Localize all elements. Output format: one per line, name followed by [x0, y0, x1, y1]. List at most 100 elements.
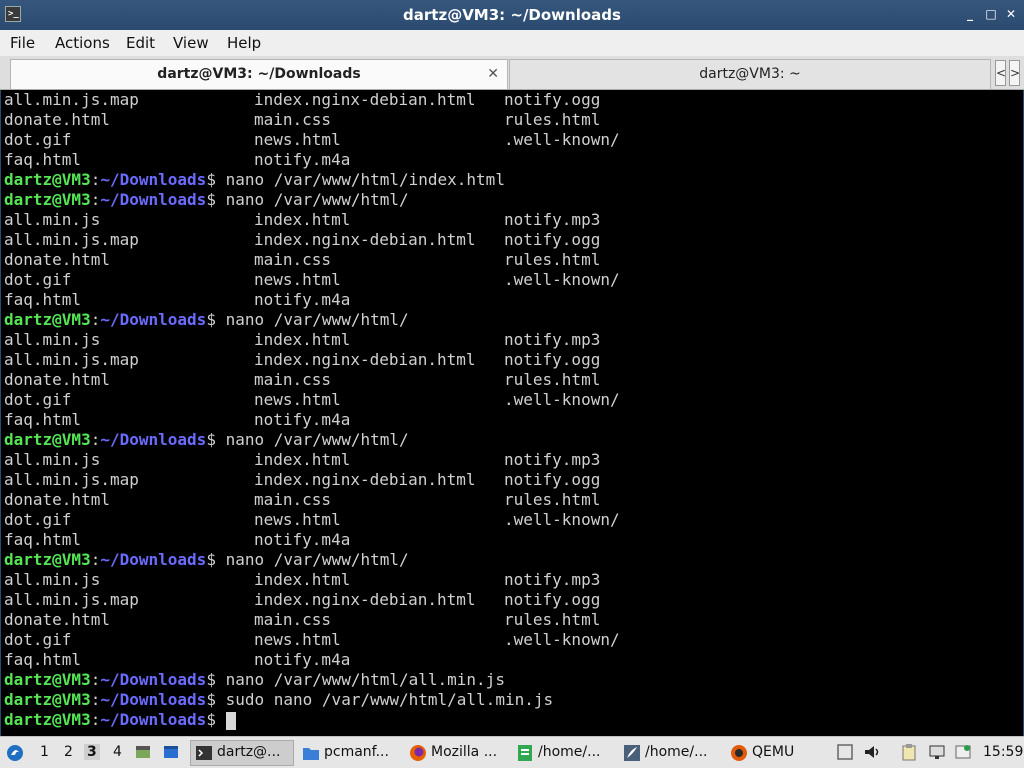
workspace-4[interactable]: 4 [113, 744, 122, 760]
update-notifier-icon[interactable] [954, 743, 972, 761]
menu-actions[interactable]: Actions [55, 34, 110, 52]
ls-output-row: all.min.js.map index.nginx-debian.html not… [4, 590, 1014, 610]
file-entry: .well-known/ [504, 270, 620, 289]
task-featherpad[interactable]: /home/... [620, 740, 724, 766]
ls-output-row: donate.html main.css rules.html [4, 610, 1014, 630]
window-title: dartz@VM3: ~/Downloads [403, 6, 621, 24]
tab-scroll-left-icon[interactable]: < [995, 60, 1006, 86]
file-entry: main.css [254, 370, 332, 389]
file-entry: .well-known/ [504, 630, 620, 649]
tab-home[interactable]: dartz@VM3: ~ [509, 59, 991, 89]
file-entry: notify.ogg [504, 350, 601, 369]
prompt-colon: : [90, 550, 101, 569]
prompt-user: dartz@VM3 [4, 430, 91, 449]
ls-output-row: donate.html main.css rules.html [4, 490, 1014, 510]
prompt-line: dartz@VM3:~/Downloads$ nano /var/www/htm… [4, 430, 1014, 450]
file-entry: .well-known/ [504, 390, 620, 409]
file-entry: faq.html [4, 650, 82, 669]
file-entry: faq.html [4, 530, 82, 549]
ls-output-row: donate.html main.css rules.html [4, 110, 1014, 130]
file-entry: donate.html [4, 250, 110, 269]
show-desktop-icon[interactable] [162, 743, 180, 761]
menu-file[interactable]: File [10, 34, 35, 52]
task-label: dartz@... [217, 744, 281, 760]
file-entry: main.css [254, 610, 332, 629]
window-titlebar[interactable]: >_ dartz@VM3: ~/Downloads _ □ ✕ [0, 0, 1024, 30]
prompt-user: dartz@VM3 [4, 690, 91, 709]
file-entry: rules.html [504, 490, 601, 509]
network-icon[interactable] [928, 743, 946, 761]
ls-output-row: all.min.js index.html notify.mp3 [4, 450, 1014, 470]
prompt-dollar: $ [206, 690, 216, 709]
file-entry: donate.html [4, 110, 110, 129]
tab-close-icon[interactable]: ✕ [487, 60, 499, 88]
prompt-path: ~/Downloads [100, 190, 207, 209]
workspace-3[interactable]: 3 [84, 744, 100, 760]
prompt-colon: : [90, 690, 101, 709]
file-entry: all.min.js [4, 210, 101, 229]
ls-output-row: faq.html notify.m4a [4, 530, 1014, 550]
workspace-2[interactable]: 2 [64, 744, 73, 760]
prompt-path: ~/Downloads [100, 690, 207, 709]
folder-icon [303, 748, 319, 760]
start-menu-icon[interactable] [6, 744, 24, 762]
prompt-user: dartz@VM3 [4, 710, 91, 729]
tab-label: dartz@VM3: ~ [699, 66, 801, 82]
minimize-icon[interactable]: _ [963, 7, 977, 21]
command-text: nano /var/www/html/index.html [225, 170, 505, 189]
task-qemu[interactable]: QEMU [727, 740, 831, 766]
task-file-manager[interactable]: pcmanf... [299, 740, 403, 766]
prompt-user: dartz@VM3 [4, 190, 91, 209]
prompt-user: dartz@VM3 [4, 170, 91, 189]
command-text: sudo nano /var/www/html/all.min.js [225, 690, 554, 709]
prompt-colon: : [90, 310, 101, 329]
task-firefox[interactable]: Mozilla ... [406, 740, 510, 766]
file-entry: all.min.js.map [4, 90, 139, 109]
file-entry: index.nginx-debian.html [254, 470, 476, 489]
prompt-line: dartz@VM3:~/Downloads$ nano /var/www/htm… [4, 170, 1014, 190]
prompt-dollar: $ [206, 670, 216, 689]
ls-output-row: all.min.js index.html notify.mp3 [4, 330, 1014, 350]
task-label: /home/... [538, 744, 601, 760]
prompt-line: dartz@VM3:~/Downloads$ sudo nano /var/ww… [4, 690, 1014, 710]
prompt-path: ~/Downloads [100, 550, 207, 569]
file-entry: notify.mp3 [504, 210, 601, 229]
volume-icon[interactable] [863, 743, 881, 761]
prompt-colon: : [90, 190, 101, 209]
close-icon[interactable]: ✕ [1004, 7, 1018, 21]
ls-output-row: all.min.js.map index.nginx-debian.html not… [4, 470, 1014, 490]
file-entry: main.css [254, 110, 332, 129]
ls-output-row: all.min.js.map index.nginx-debian.html not… [4, 350, 1014, 370]
clipboard-icon[interactable] [900, 743, 918, 761]
file-entry: dot.gif [4, 510, 72, 529]
clock[interactable]: 15:59 [983, 744, 1023, 760]
file-entry: notify.mp3 [504, 570, 601, 589]
menu-edit[interactable]: Edit [126, 34, 155, 52]
screenshot-icon[interactable] [836, 743, 854, 761]
maximize-icon[interactable]: □ [984, 7, 998, 21]
command-text: nano /var/www/html/ [225, 190, 409, 209]
file-manager-launcher-icon[interactable] [134, 743, 152, 761]
workspace-1[interactable]: 1 [40, 744, 49, 760]
prompt-path: ~/Downloads [100, 670, 207, 689]
prompt-user: dartz@VM3 [4, 670, 91, 689]
tab-downloads[interactable]: dartz@VM3: ~/Downloads ✕ [10, 59, 508, 89]
task-terminal[interactable]: dartz@... [190, 740, 294, 766]
file-entry: faq.html [4, 150, 82, 169]
ls-output-row: faq.html notify.m4a [4, 290, 1014, 310]
menu-help[interactable]: Help [227, 34, 261, 52]
file-entry: donate.html [4, 490, 110, 509]
prompt-user: dartz@VM3 [4, 550, 91, 569]
prompt-dollar: $ [206, 430, 216, 449]
tab-bar: dartz@VM3: ~/Downloads ✕ dartz@VM3: ~ [0, 56, 1024, 90]
prompt-line: dartz@VM3:~/Downloads$ nano /var/www/htm… [4, 550, 1014, 570]
command-text: nano /var/www/html/ [225, 550, 409, 569]
task-label: Mozilla ... [431, 744, 498, 760]
prompt-path: ~/Downloads [100, 170, 207, 189]
menu-bar: File Actions Edit View Help [0, 30, 1024, 56]
terminal-output[interactable]: all.min.js.map index.nginx-debian.html not… [0, 90, 1024, 736]
tab-scroll-right-icon[interactable]: > [1009, 60, 1020, 86]
task-text-editor[interactable]: /home/... [513, 740, 617, 766]
menu-view[interactable]: View [173, 34, 209, 52]
file-entry: notify.m4a [254, 650, 351, 669]
